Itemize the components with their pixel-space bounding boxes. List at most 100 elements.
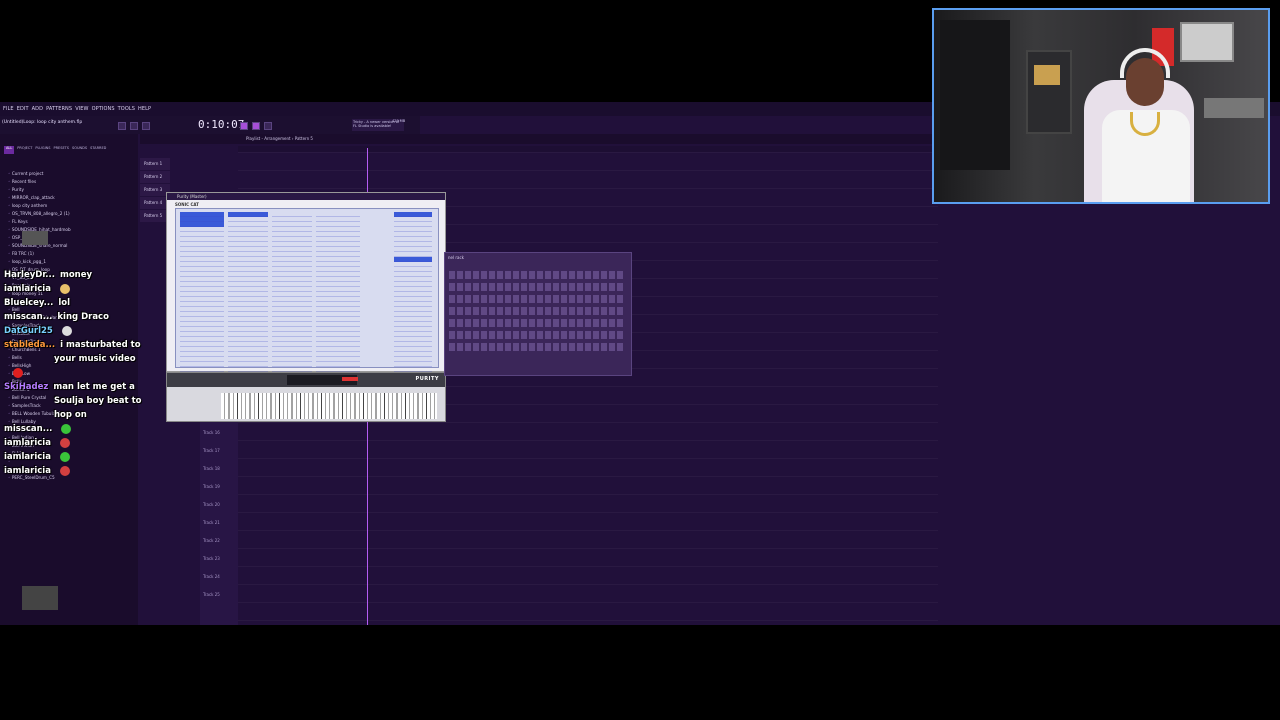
chat-message: iamlaricia (4, 450, 138, 464)
browser-tabs: ALL PROJECT PLUGINS PRESETS SOUNDS STARRED (0, 146, 138, 154)
browser-file-item[interactable]: loop_kick_pgg_1 (8, 258, 136, 266)
stop-button[interactable] (130, 122, 138, 130)
purity-control-strip: PURITY (167, 373, 445, 387)
step-row[interactable] (449, 319, 625, 327)
chat-username: iamlaricia (4, 284, 51, 294)
chat-username: iamlaricia (4, 466, 51, 476)
chat-username: iamlaricia (4, 438, 51, 448)
track-label[interactable]: Track 23 (203, 556, 220, 561)
chat-message: SkiHadez man let me get a Soulja boy beat … (4, 380, 142, 422)
browser-tab-plugins[interactable]: PLUGINS (35, 146, 50, 154)
step-row[interactable] (449, 271, 625, 279)
track-label[interactable]: Track 22 (203, 538, 220, 543)
browser-file-item[interactable]: OS_TRVN_808_allegro_2 (1) (8, 210, 136, 218)
preset-browser (175, 208, 439, 392)
pattern-mode-button[interactable] (240, 122, 248, 130)
chat-text: hop on (54, 410, 87, 420)
pattern-item[interactable]: Pattern 2 (140, 171, 170, 183)
chat-text: lol (58, 298, 71, 308)
track-label[interactable]: Track 21 (203, 520, 220, 525)
menu-item-tools[interactable]: TOOLS (118, 106, 135, 112)
menu-item-help[interactable]: HELP (138, 106, 151, 112)
chat-text: Soulja boy beat to (54, 396, 142, 406)
browser-file-item[interactable]: MIRROR_clap_attack (8, 194, 136, 202)
chat-username: misscan... (4, 312, 53, 322)
chat-message: misscan... king Draco (4, 310, 138, 324)
chat-emote-icon (13, 367, 23, 378)
category-list[interactable] (394, 212, 432, 392)
channel-rack-title: nel rack (448, 255, 464, 260)
framed-picture (1180, 22, 1234, 62)
browser-file-item[interactable]: Current project (8, 170, 136, 178)
browser-tab-project[interactable]: PROJECT (17, 146, 32, 154)
chat-username: stableda... (4, 340, 56, 350)
menu-item-view[interactable]: VIEW (75, 106, 88, 112)
browser-file-item[interactable]: Purity (8, 186, 136, 194)
chat-message: Bluelcey... lol (4, 296, 138, 310)
purity-logo: PURITY (415, 376, 439, 382)
menu-item-add[interactable]: ADD (32, 106, 43, 112)
browser-file-item[interactable]: loop city anthem (8, 202, 136, 210)
menu-item-file[interactable]: FILE (3, 106, 14, 112)
browser-tab-presets[interactable]: PRESETS (53, 146, 69, 154)
step-row[interactable] (449, 295, 625, 303)
chat-username: misscan... (4, 424, 53, 434)
metronome-button[interactable] (264, 122, 272, 130)
step-row[interactable] (449, 283, 625, 291)
step-row[interactable] (449, 343, 625, 351)
bank-list[interactable] (180, 212, 224, 392)
chat-message: iamlaricia (4, 464, 138, 478)
sample-thumbnail (22, 231, 48, 245)
chat-emote-icon (61, 423, 72, 434)
pattern-item[interactable]: Pattern 1 (140, 158, 170, 170)
track-label[interactable]: Track 24 (203, 574, 220, 579)
sample-thumbnail (22, 586, 58, 610)
record-button[interactable] (142, 122, 150, 130)
sonic-cat-logo: SONIC CAT (175, 202, 199, 207)
chat-message: misscan... (4, 422, 138, 436)
toolbar: 0:10:07 Tricky - A newer version of FL S… (0, 116, 420, 134)
piano-keyboard[interactable] (221, 393, 437, 419)
step-row[interactable] (449, 307, 625, 315)
preset-column-1[interactable] (228, 212, 268, 392)
menu-item-edit[interactable]: EDIT (17, 106, 29, 112)
purity-indicator (342, 377, 358, 381)
browser-tab-starred[interactable]: STARRED (90, 146, 106, 154)
track-headers: Track 16 Track 17 Track 18 Track 19 Track 20… (200, 422, 238, 625)
chat-message: stableda... i masturbated to your music vi… (4, 338, 141, 366)
track-label[interactable]: Track 25 (203, 592, 220, 597)
plugin-window-title[interactable]: Purity (Master) (167, 193, 445, 200)
track-label[interactable]: Track 17 (203, 448, 220, 453)
track-label[interactable]: Track 18 (203, 466, 220, 471)
browser-file-item[interactable]: Recent files (8, 178, 136, 186)
menu-item-patterns[interactable]: PATTERNS (46, 106, 72, 112)
webcam-overlay (932, 8, 1270, 204)
step-row[interactable] (449, 331, 625, 339)
chat-emote-icon (61, 325, 72, 336)
chat-message: iamlaricia (4, 282, 138, 296)
chat-text: man let me get a (53, 382, 135, 392)
chat-emote-icon (59, 465, 70, 476)
song-mode-button[interactable] (252, 122, 260, 130)
chat-emote-icon (59, 437, 70, 448)
browser-file-item[interactable]: FL Keys (8, 218, 136, 226)
menu-item-options[interactable]: OPTIONS (92, 106, 115, 112)
preset-column-2[interactable] (272, 212, 312, 392)
arcade-screen (1034, 65, 1060, 85)
chat-username: HarleyDr... (4, 270, 55, 280)
track-label[interactable]: Track 19 (203, 484, 220, 489)
browser-file-item[interactable]: FB TRC (1) (8, 250, 136, 258)
chat-message (4, 366, 138, 380)
track-label[interactable]: Track 20 (203, 502, 220, 507)
browser-tab-all[interactable]: ALL (4, 146, 15, 154)
chat-message: DatGurl25 (4, 324, 138, 338)
chat-username: DatGurl25 (4, 326, 53, 336)
preset-column-3[interactable] (316, 212, 360, 392)
chat-username: Bluelcey... (4, 298, 54, 308)
chat-username: iamlaricia (4, 452, 51, 462)
browser-tab-sounds[interactable]: SOUNDS (72, 146, 87, 154)
webcam-doorway (940, 20, 1010, 170)
play-button[interactable] (118, 122, 126, 130)
track-label[interactable]: Track 16 (203, 430, 220, 435)
chat-message: HarleyDr... money (4, 268, 138, 282)
